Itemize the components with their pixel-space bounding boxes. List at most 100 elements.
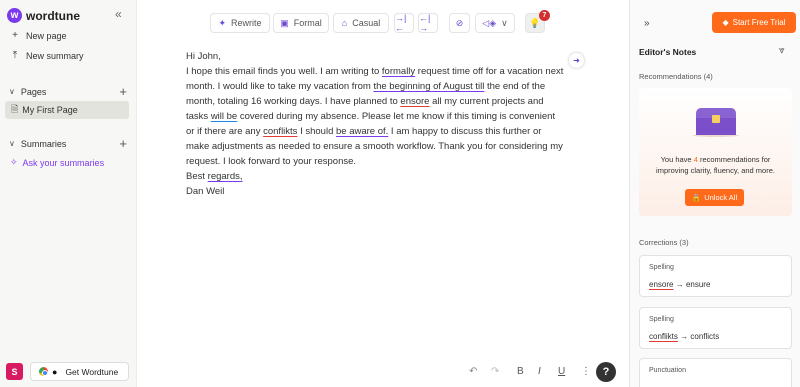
suggestion-highlight[interactable]: be aware of.	[336, 126, 388, 137]
casual-label: Casual	[352, 18, 381, 28]
suggestion-highlight[interactable]: formally	[382, 66, 415, 77]
ask-summaries-label: Ask your summaries	[22, 157, 105, 168]
suggestion-highlight[interactable]: will be	[211, 111, 237, 122]
brand-name: wordtune	[26, 8, 80, 23]
couch-icon: ⌂	[341, 18, 348, 28]
diamond-icon: ◆	[722, 18, 729, 27]
new-page-label: New page	[26, 30, 67, 41]
arrow-icon: →	[675, 280, 684, 289]
link-button[interactable]: ⊘	[449, 13, 470, 33]
briefcase-icon: ▣	[280, 17, 289, 28]
correct-word: conflicts	[690, 332, 720, 341]
lock-icon: 🔒	[691, 193, 702, 202]
brand[interactable]: w wordtune	[7, 8, 80, 23]
avatar[interactable]: S	[6, 363, 23, 380]
rewrite-button[interactable]: ✦ Rewrite	[210, 13, 270, 33]
body-text: I should	[297, 126, 336, 137]
closing-word[interactable]: regards,	[208, 171, 243, 182]
summaries-section-header[interactable]: ∨ Summaries +	[9, 136, 127, 151]
apple-icon: ●	[52, 366, 58, 377]
more-options-button[interactable]: ◁◈ ∨	[475, 13, 515, 33]
undo-icon[interactable]: ↶	[469, 366, 477, 377]
shorten-button[interactable]: →|←	[394, 13, 414, 33]
suggestion-highlight[interactable]: ensore	[400, 96, 429, 107]
notes-count-badge: 7	[539, 10, 550, 21]
wordtune-logo-icon: w	[7, 8, 22, 23]
new-summary-button[interactable]: ⤒ New summary	[10, 50, 84, 61]
formal-button[interactable]: ▣ Formal	[273, 13, 329, 33]
correction-type: Spelling	[649, 264, 674, 271]
pages-section-header[interactable]: ∨ Pages +	[9, 84, 127, 99]
arrow-icon: →	[680, 332, 689, 341]
chevron-down-icon: ∨	[9, 139, 15, 148]
redo-icon[interactable]: ↷	[491, 366, 499, 377]
suggestion-arrow-icon[interactable]: ➜	[569, 53, 584, 68]
treasure-chest-icon	[693, 108, 739, 137]
filter-icon[interactable]: ⩔	[779, 45, 785, 56]
start-trial-label: Start Free Trial	[732, 18, 786, 27]
correction-fix: conflikts → conflicts	[649, 332, 719, 341]
expand-icon: ←|→	[419, 13, 431, 33]
link-icon: ⊘	[455, 17, 464, 28]
get-wordtune-label: Get Wordtune	[65, 366, 119, 377]
ask-summaries-link[interactable]: ✧ Ask your summaries	[10, 157, 104, 168]
suggestion-highlight[interactable]: the beginning of August till	[373, 81, 484, 92]
wrong-word: conflikts	[649, 332, 678, 341]
document-editor[interactable]: Hi John, I hope this email finds you wel…	[186, 49, 566, 199]
corrections-label: Corrections (3)	[639, 238, 689, 247]
chrome-icon	[39, 367, 48, 376]
correction-type: Punctuation	[649, 367, 686, 374]
correction-fix: ensore → ensure	[649, 280, 710, 289]
add-summary-icon[interactable]: +	[119, 136, 127, 151]
page-item-label: My First Page	[22, 105, 78, 115]
recommendations-text: You have 4 recommendations for improving…	[645, 154, 786, 176]
formal-label: Formal	[293, 18, 322, 28]
unlock-all-label: Unlock All	[704, 193, 738, 202]
bold-button[interactable]: B	[517, 366, 524, 377]
italic-button[interactable]: I	[538, 366, 541, 377]
recommendations-card: You have 4 recommendations for improving…	[639, 88, 792, 216]
correction-type: Spelling	[649, 316, 674, 323]
correction-card[interactable]: Punctuation	[639, 358, 792, 387]
correction-card[interactable]: Spelling ensore → ensure	[639, 255, 792, 297]
recommendations-label: Recommendations (4)	[639, 72, 713, 81]
megaphone-icon: ◁◈	[482, 17, 497, 28]
body-text: I hope this email finds you well. I am w…	[186, 66, 382, 77]
suggestion-highlight[interactable]: conflikts	[263, 126, 297, 137]
help-button[interactable]: ?	[596, 362, 616, 382]
shorten-icon: →|←	[395, 13, 407, 33]
closing-prefix: Best	[186, 171, 208, 182]
closing-line: Best regards,	[186, 169, 566, 184]
upload-icon: ⤒	[12, 50, 18, 61]
collapse-sidebar-icon[interactable]: «	[115, 7, 122, 21]
rewrite-label: Rewrite	[231, 18, 262, 28]
sidebar-item-my-first-page[interactable]: 🗎 My First Page	[5, 101, 129, 119]
lightbulb-icon: 💡	[529, 17, 541, 28]
expand-button[interactable]: ←|→	[418, 13, 438, 33]
more-menu-icon[interactable]: ⋮	[581, 366, 591, 377]
expand-panel-icon[interactable]: »	[644, 18, 650, 29]
plus-icon: +	[12, 30, 18, 41]
casual-button[interactable]: ⌂ Casual	[333, 13, 389, 33]
get-wordtune-button[interactable]: ● Get Wordtune	[30, 362, 129, 381]
new-page-button[interactable]: + New page	[10, 30, 67, 41]
greeting-line: Hi John,	[186, 51, 221, 62]
sparkle-icon: ✦	[218, 17, 227, 28]
wrong-word: ensore	[649, 280, 674, 289]
sparkle-icon: ✧	[10, 157, 18, 167]
body-paragraph: I hope this email finds you well. I am w…	[186, 64, 566, 169]
correct-word: ensure	[685, 280, 711, 289]
start-free-trial-button[interactable]: ◆ Start Free Trial	[712, 12, 796, 33]
correction-card[interactable]: Spelling conflikts → conflicts	[639, 307, 792, 349]
chevron-down-icon: ∨	[501, 17, 508, 28]
chevron-down-icon: ∨	[9, 87, 15, 96]
unlock-all-button[interactable]: 🔒 Unlock All	[685, 189, 744, 206]
editor-notes-panel: » ◆ Start Free Trial Editor's Notes ⩔ Re…	[629, 0, 800, 387]
left-sidebar: w wordtune « + New page ⤒ New summary ∨ …	[0, 0, 137, 387]
signature-line: Dan Weil	[186, 186, 225, 197]
add-page-icon[interactable]: +	[119, 84, 127, 99]
document-icon: 🗎	[11, 104, 19, 114]
underline-button[interactable]: U	[558, 366, 565, 377]
new-summary-label: New summary	[26, 50, 84, 61]
summaries-label: Summaries	[20, 138, 67, 149]
